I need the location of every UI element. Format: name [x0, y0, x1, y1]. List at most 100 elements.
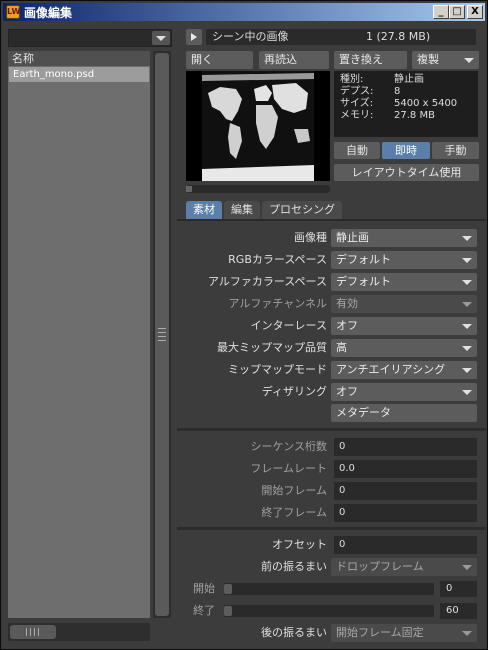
chevron-down-icon: [462, 565, 472, 570]
image-list-panel: 名称 Earth_mono.psd: [4, 23, 174, 647]
list-filter-dropdown[interactable]: [8, 29, 172, 47]
play-button[interactable]: [186, 29, 202, 45]
dropdown-arrow-button[interactable]: [152, 31, 170, 45]
max-mipmap-quality-value: 高: [336, 341, 347, 354]
start-slider[interactable]: [224, 583, 434, 595]
grip-icon: [26, 628, 27, 636]
scene-label: シーン中の画像: [212, 30, 289, 43]
metadata-button[interactable]: メタデータ: [331, 404, 477, 422]
interlace-select[interactable]: オフ: [331, 317, 477, 335]
mipmap-mode-select[interactable]: アンチエイリアシング: [331, 361, 477, 379]
grip-icon: [158, 336, 166, 337]
rgb-colorspace-select[interactable]: デフォルト: [331, 251, 477, 269]
chevron-down-icon: [462, 236, 472, 241]
chevron-down-icon: [462, 368, 472, 373]
grip-icon: [158, 332, 166, 333]
close-button[interactable]: X: [467, 5, 483, 19]
dithering-select[interactable]: オフ: [331, 383, 477, 401]
alpha-channel-label: アルファチャンネル: [228, 297, 327, 310]
horizontal-scroll-thumb[interactable]: [10, 625, 56, 639]
interlace-label: インターレース: [250, 319, 327, 332]
dithering-label: ディザリング: [261, 385, 327, 398]
mipmap-mode-value: アンチエイリアシング: [336, 363, 446, 376]
offset-field[interactable]: 0: [334, 536, 477, 554]
sequence-digits-field[interactable]: 0: [334, 438, 477, 456]
end-slider-thumb[interactable]: [224, 606, 232, 616]
chevron-down-icon: [462, 302, 472, 307]
image-info-panel: 種別: 静止画 デプス: 8 サイズ: 5400 x 5400 メモリ: 27.8 MB: [334, 71, 478, 137]
alpha-colorspace-select[interactable]: デフォルト: [331, 273, 477, 291]
update-auto-button[interactable]: 自動: [334, 142, 380, 159]
info-row-size: サイズ: 5400 x 5400: [340, 98, 478, 110]
info-value: 27.8 MB: [394, 110, 435, 121]
chevron-down-icon: [462, 280, 472, 285]
start-frame-field[interactable]: 0: [334, 482, 477, 500]
property-tabs: 素材 編集 プロセシング: [186, 201, 344, 219]
list-header-name[interactable]: 名称: [8, 51, 150, 66]
info-key: メモリ:: [340, 110, 374, 121]
rgb-colorspace-label: RGBカラースペース: [228, 253, 327, 266]
alpha-colorspace-value: デフォルト: [336, 275, 391, 288]
end-frame-field[interactable]: 0: [334, 504, 477, 522]
info-row-depth: デプス: 8: [340, 86, 478, 98]
section-divider: [177, 527, 486, 530]
earth-map-thumbnail: [202, 71, 314, 181]
preview-scrollbar[interactable]: [186, 185, 330, 193]
start-frame-label: 開始フレーム: [261, 484, 327, 497]
grip-icon: [30, 628, 31, 636]
chevron-down-icon: [462, 631, 472, 636]
image-preview: [186, 71, 330, 181]
preview-scroll-thumb[interactable]: [186, 186, 192, 192]
tab-processing[interactable]: プロセシング: [262, 201, 342, 219]
interlace-value: オフ: [336, 319, 358, 332]
pre-behavior-select: ドロップフレーム: [331, 558, 477, 576]
update-immediate-button[interactable]: 即時: [382, 142, 430, 159]
tab-edit[interactable]: 編集: [224, 201, 260, 219]
end-frame-label: 終了フレーム: [261, 506, 327, 519]
frame-rate-label: フレームレート: [250, 462, 327, 475]
info-value: 8: [394, 86, 401, 97]
info-row-type: 種別: 静止画: [340, 74, 478, 86]
info-key: サイズ:: [340, 98, 374, 109]
chevron-down-icon: [462, 346, 472, 351]
clone-dropdown[interactable]: 複製: [412, 51, 479, 69]
update-manual-button[interactable]: 手動: [432, 142, 479, 159]
use-layout-time-button[interactable]: レイアウトタイム使用: [334, 164, 479, 181]
pre-behavior-label: 前の振るまい: [261, 560, 327, 573]
post-behavior-select: 開始フレーム固定: [331, 624, 477, 642]
info-key: 種別:: [340, 74, 364, 85]
frame-rate-field[interactable]: 0.0: [334, 460, 477, 478]
vertical-scroll-thumb[interactable]: [155, 53, 169, 616]
post-behavior-value: 開始フレーム固定: [336, 626, 424, 639]
end-value-field[interactable]: 60: [440, 603, 477, 619]
title-bar[interactable]: LW 画像編集 _ □ X: [3, 3, 485, 21]
tab-source[interactable]: 素材: [186, 201, 222, 219]
list-horizontal-scrollbar[interactable]: [8, 623, 150, 641]
alpha-colorspace-label: アルファカラースペース: [207, 275, 327, 288]
offset-label: オフセット: [272, 538, 327, 551]
tab-divider: [177, 219, 486, 221]
open-button[interactable]: 開く: [186, 51, 253, 69]
replace-button[interactable]: 置き換え: [334, 51, 407, 69]
chevron-down-icon: [462, 390, 472, 395]
image-list[interactable]: 名称 Earth_mono.psd: [8, 51, 150, 618]
info-value: 5400 x 5400: [394, 98, 458, 109]
sequence-digits-label: シーケンス桁数: [250, 440, 327, 453]
chevron-down-icon: [462, 258, 472, 263]
list-vertical-scrollbar[interactable]: [153, 51, 171, 618]
grip-icon: [34, 628, 35, 636]
scene-value: 1 (27.8 MB): [366, 30, 431, 43]
maximize-button[interactable]: □: [449, 5, 465, 19]
image-type-value: 静止画: [336, 231, 369, 244]
list-item[interactable]: Earth_mono.psd: [9, 67, 149, 82]
start-value-field[interactable]: 0: [440, 581, 477, 597]
reload-button[interactable]: 再読込: [259, 51, 329, 69]
end-slider[interactable]: [224, 605, 434, 617]
max-mipmap-quality-select[interactable]: 高: [331, 339, 477, 357]
start-slider-thumb[interactable]: [224, 584, 232, 594]
dithering-value: オフ: [336, 385, 358, 398]
image-type-select[interactable]: 静止画: [331, 229, 477, 247]
mipmap-mode-label: ミップマップモード: [228, 363, 327, 376]
pre-behavior-value: ドロップフレーム: [336, 560, 424, 573]
minimize-button[interactable]: _: [433, 5, 449, 19]
